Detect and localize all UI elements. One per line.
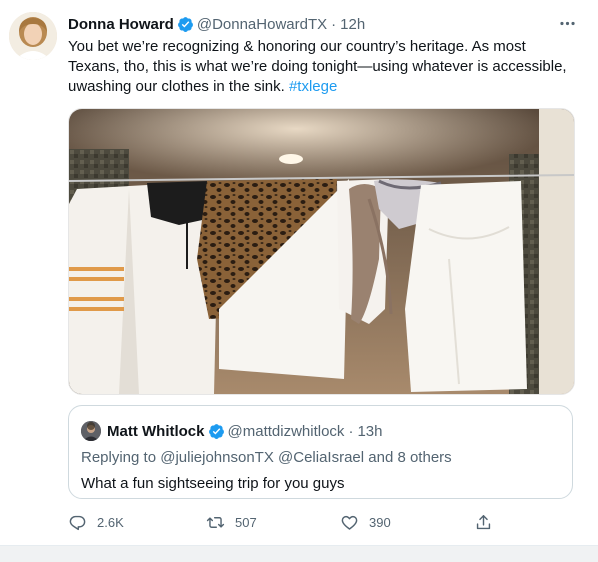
replying-to-line: Replying to @juliejohnsonTX @CeliaIsrael… (81, 449, 452, 466)
author-avatar[interactable] (9, 12, 57, 60)
more-options-button[interactable] (556, 12, 578, 34)
reply-button[interactable]: 2.6K (68, 510, 124, 534)
share-button[interactable] (474, 510, 493, 534)
retweet-icon (206, 516, 225, 528)
quoted-author-avatar[interactable] (81, 421, 101, 441)
verified-badge-icon (208, 423, 224, 439)
share-icon (476, 514, 491, 529)
replying-to-mentions: @juliejohnsonTX @CeliaIsrael and 8 other… (160, 449, 452, 466)
tweet-action-bar: 2.6K 507 390 (68, 510, 498, 534)
timeline-divider (0, 545, 598, 562)
header-separator: · (331, 15, 337, 33)
quoted-tweet[interactable]: Matt Whitlock @mattdizwhitlock · 13h Rep… (68, 405, 573, 499)
retweet-count: 507 (235, 514, 257, 530)
like-icon (341, 515, 358, 530)
tweet-text: You bet we’re recognizing & honoring our… (68, 37, 573, 97)
author-name[interactable]: Donna Howard (68, 16, 174, 33)
avatar-photo-icon (9, 12, 57, 60)
quoted-tweet-header: Matt Whitlock @mattdizwhitlock · 13h (107, 421, 382, 441)
quoted-tweet-timestamp: 13h (357, 422, 383, 440)
quoted-author-handle: @mattdizwhitlock (227, 422, 345, 440)
hashtag-link[interactable]: #txlege (289, 78, 337, 95)
quoted-tweet-text: What a fun sightseeing trip for you guys (81, 475, 345, 492)
retweet-button[interactable]: 507 (206, 510, 257, 534)
tweet-photo[interactable] (68, 108, 575, 395)
verified-badge-icon (177, 16, 193, 32)
author-handle[interactable]: @DonnaHowardTX (197, 16, 327, 33)
replying-to-prefix: Replying to (81, 449, 157, 466)
more-options-icon (559, 21, 575, 25)
reply-count: 2.6K (97, 514, 124, 530)
laundry-photo-image (69, 109, 574, 394)
reply-icon (69, 515, 86, 530)
tweet-card[interactable]: Donna Howard @DonnaHowardTX · 12h You be… (0, 0, 598, 562)
quoted-header-separator: · (348, 422, 354, 440)
like-button[interactable]: 390 (340, 510, 391, 534)
like-count: 390 (369, 514, 391, 530)
tweet-timestamp[interactable]: 12h (340, 16, 365, 33)
quoted-author-name: Matt Whitlock (107, 422, 205, 440)
tweet-header: Donna Howard @DonnaHowardTX · 12h (68, 14, 365, 34)
avatar-photo-icon (81, 421, 101, 441)
